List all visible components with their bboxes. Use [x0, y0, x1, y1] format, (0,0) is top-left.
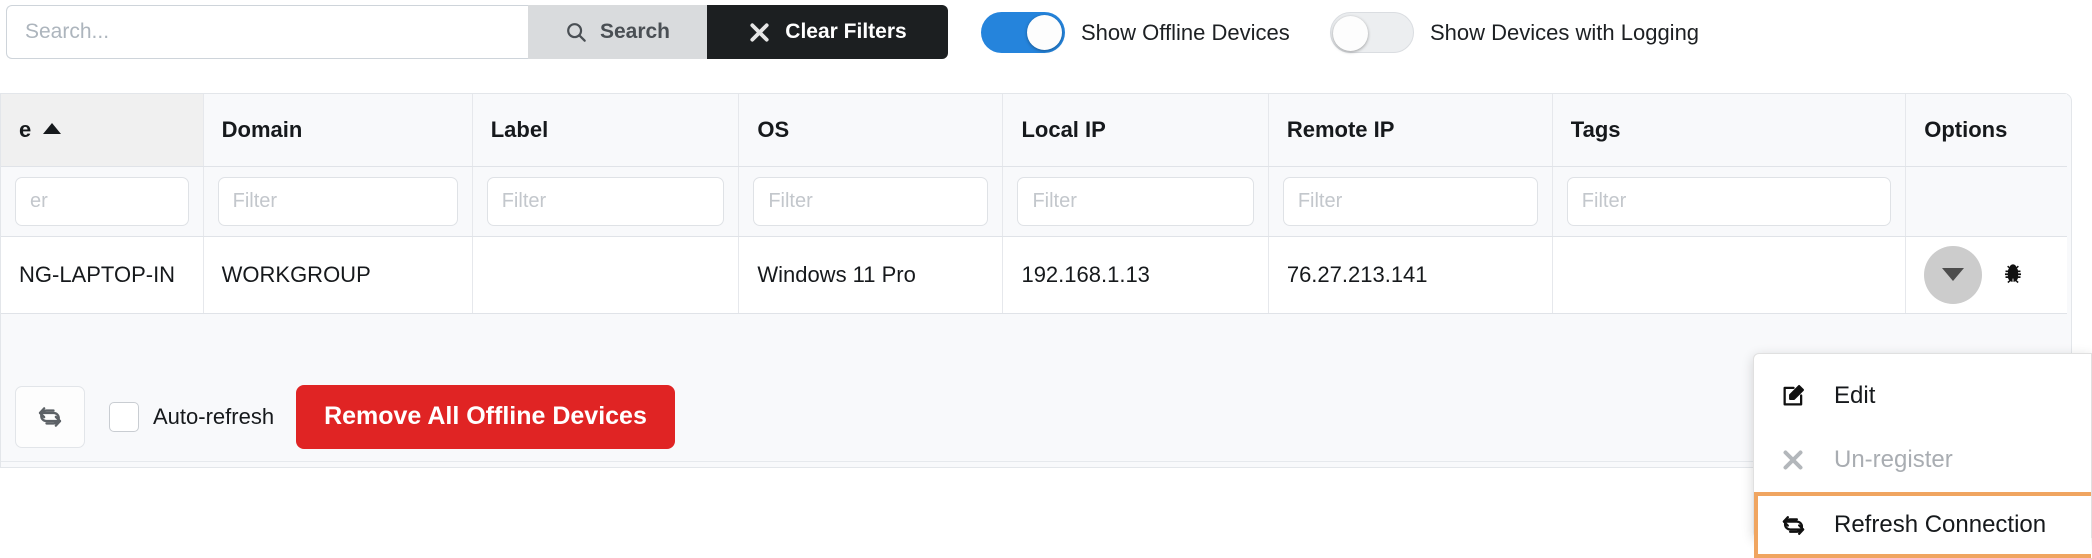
table-header: e Domain Label OS Local IP Remote IP Tag…: [1, 94, 2067, 167]
auto-refresh-checkbox[interactable]: [109, 401, 139, 432]
cell-label: [472, 236, 740, 314]
filter-cell-local-ip: [1002, 166, 1269, 237]
auto-refresh-group: Auto-refresh: [109, 401, 275, 432]
filter-cell-label: [472, 166, 740, 237]
column-header-local-ip-label: Local IP: [1021, 116, 1106, 142]
show-offline-devices-toggle-group: Show Offline Devices: [981, 12, 1290, 53]
toggle-knob: [1333, 16, 1368, 51]
filter-cell-tags: [1552, 166, 1907, 237]
filter-input-os[interactable]: [753, 176, 989, 226]
column-header-domain[interactable]: Domain: [203, 94, 473, 167]
caret-down-icon: [1942, 268, 1965, 281]
column-header-name-label: e: [19, 116, 32, 142]
column-header-remote-ip[interactable]: Remote IP: [1268, 94, 1553, 167]
menu-item-refresh-connection-label: Refresh Connection: [1834, 511, 2047, 538]
cell-domain: WORKGROUP: [203, 236, 473, 314]
filter-cell-name: [1, 166, 204, 237]
menu-item-un-register-label: Un-register: [1834, 446, 1953, 473]
refresh-icon: [1778, 512, 1808, 539]
search-button-label: Search: [599, 20, 671, 43]
x-icon: [1778, 448, 1808, 472]
search-group: Search Clear Filters: [6, 5, 948, 59]
column-header-options-label: Options: [1924, 116, 2008, 142]
cell-local-ip: 192.168.1.13: [1002, 236, 1269, 314]
column-header-tags[interactable]: Tags: [1552, 94, 1907, 167]
filter-input-name[interactable]: [15, 176, 189, 226]
menu-item-un-register: Un-register: [1754, 428, 2091, 492]
column-header-label-label: Label: [490, 116, 549, 142]
toggle-knob: [1027, 15, 1062, 50]
row-options-dropdown-button[interactable]: [1924, 245, 1983, 304]
column-header-os[interactable]: OS: [738, 94, 1004, 167]
show-offline-devices-label: Show Offline Devices: [1081, 19, 1290, 45]
column-header-tags-label: Tags: [1570, 116, 1621, 142]
clear-filters-button[interactable]: Clear Filters: [707, 5, 948, 59]
bug-icon: [2000, 262, 2026, 288]
auto-refresh-label: Auto-refresh: [153, 403, 275, 429]
show-devices-with-logging-toggle-group: Show Devices with Logging: [1330, 12, 1699, 53]
table-header-row: e Domain Label OS Local IP Remote IP Tag…: [1, 94, 2067, 167]
menu-item-refresh-connection[interactable]: Refresh Connection: [1754, 492, 2091, 558]
filter-input-tags[interactable]: [1566, 176, 1892, 226]
x-icon: [748, 21, 771, 44]
column-header-local-ip[interactable]: Local IP: [1002, 94, 1269, 167]
filter-input-domain[interactable]: [217, 176, 458, 226]
filter-input-label[interactable]: [486, 176, 725, 226]
filter-cell-options: [1905, 166, 2067, 237]
cell-os: Windows 11 Pro: [738, 236, 1004, 314]
show-offline-devices-toggle[interactable]: [981, 12, 1065, 53]
top-toolbar: Search Clear Filters Show Offline Device…: [0, 0, 2092, 70]
edit-pencil-icon: [1778, 383, 1808, 409]
devices-table: e Domain Label OS Local IP Remote IP Tag…: [1, 94, 2067, 314]
table-row[interactable]: NG-LAPTOP-IN WORKGROUP Windows 11 Pro 19…: [1, 236, 2067, 314]
column-header-label[interactable]: Label: [472, 94, 740, 167]
cell-name: NG-LAPTOP-IN: [1, 236, 204, 314]
show-devices-with-logging-toggle[interactable]: [1330, 12, 1414, 53]
column-header-name[interactable]: e: [1, 94, 204, 167]
row-options-context-menu: Edit Un-register Refresh Connection: [1753, 353, 2092, 558]
search-button[interactable]: Search: [528, 5, 707, 59]
refresh-icon: [36, 403, 64, 431]
filter-cell-os: [738, 166, 1004, 237]
table-filter-row: [1, 166, 2067, 237]
clear-filters-label: Clear Filters: [785, 20, 907, 43]
remove-all-offline-devices-button[interactable]: Remove All Offline Devices: [296, 384, 675, 449]
search-input[interactable]: [6, 5, 528, 59]
magnifier-icon: [565, 21, 587, 43]
show-devices-with-logging-label: Show Devices with Logging: [1430, 19, 1700, 45]
column-header-remote-ip-label: Remote IP: [1286, 116, 1395, 142]
filter-cell-domain: [203, 166, 473, 237]
sort-ascending-icon: [43, 122, 62, 134]
cell-options: [1905, 236, 2067, 314]
column-header-os-label: OS: [757, 116, 790, 142]
column-header-options: Options: [1905, 94, 2067, 167]
bug-report-button[interactable]: [2000, 262, 2026, 288]
cell-tags: [1552, 236, 1907, 314]
filter-cell-remote-ip: [1268, 166, 1553, 237]
column-header-domain-label: Domain: [221, 116, 303, 142]
refresh-table-button[interactable]: [15, 385, 85, 448]
filter-input-remote-ip[interactable]: [1282, 176, 1538, 226]
menu-item-edit-label: Edit: [1834, 382, 1876, 409]
filter-input-local-ip[interactable]: [1017, 176, 1254, 226]
table-body: NG-LAPTOP-IN WORKGROUP Windows 11 Pro 19…: [1, 166, 2067, 314]
menu-item-edit[interactable]: Edit: [1754, 364, 2091, 428]
cell-remote-ip: 76.27.213.141: [1268, 236, 1553, 314]
